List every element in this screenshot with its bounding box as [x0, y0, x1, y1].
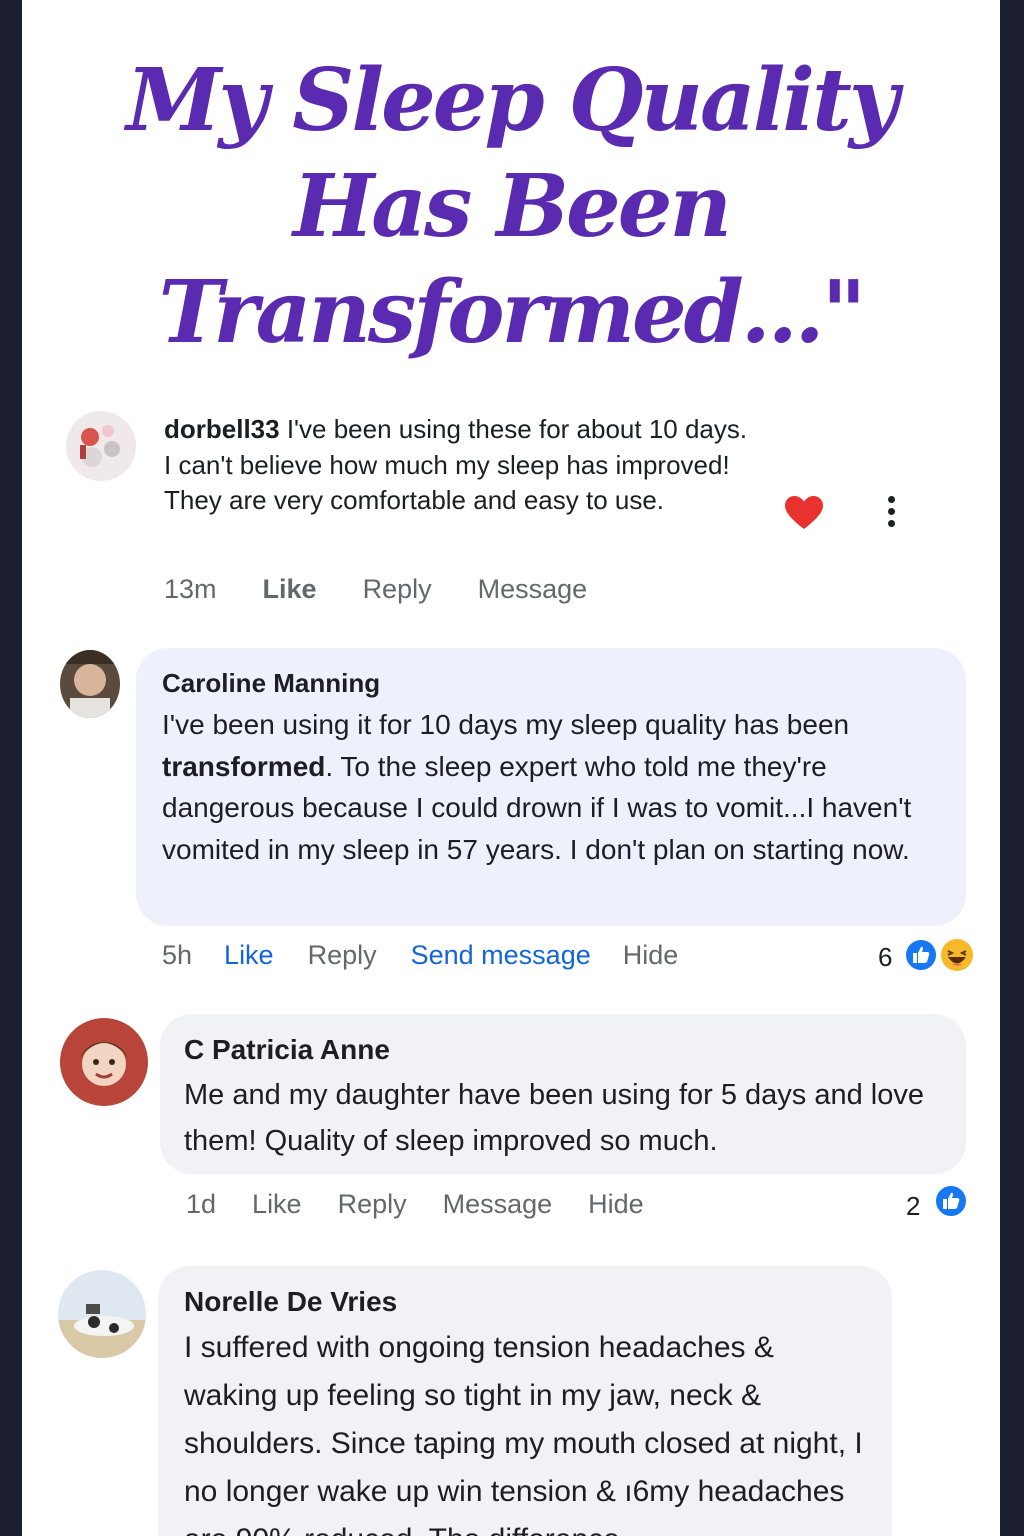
like-reaction-icon[interactable]: [904, 938, 938, 972]
comment-3-body: Me and my daughter have been using for 5…: [184, 1079, 924, 1157]
comment-3-hide-button[interactable]: Hide: [588, 1189, 644, 1220]
heart-icon[interactable]: [785, 496, 823, 530]
comment-3-time: 1d: [186, 1189, 217, 1219]
comment-4-bubble: Norelle De Vries I suffered with ongoing…: [158, 1266, 892, 1536]
headline: My Sleep Quality Has Been Transformed...…: [22, 48, 1000, 366]
comment-4-username[interactable]: Norelle De Vries: [184, 1286, 397, 1318]
comment-1-message-button[interactable]: Message: [478, 574, 588, 605]
comment-4-body: I suffered with ongoing tension headache…: [184, 1331, 863, 1536]
comment-2-reaction-count[interactable]: 6: [878, 942, 892, 973]
comment-3-like-button[interactable]: Like: [252, 1189, 302, 1220]
comment-2-send-message-button[interactable]: Send message: [411, 940, 591, 971]
more-options-icon[interactable]: [882, 496, 900, 532]
comment-2-like-button[interactable]: Like: [224, 940, 274, 971]
headline-line-2: Has Been: [293, 156, 732, 257]
comment-1-like-button[interactable]: Like: [263, 574, 317, 605]
comment-1-reply-button[interactable]: Reply: [363, 574, 432, 605]
comment-2-text-bold: transformed: [162, 750, 326, 782]
testimonial-page: My Sleep Quality Has Been Transformed...…: [22, 0, 1000, 1536]
headline-line-1: My Sleep Quality: [126, 50, 899, 151]
comment-2-bubble: Caroline Manning I've been using it for …: [136, 648, 966, 926]
like-reaction-icon[interactable]: [934, 1184, 968, 1218]
avatar-norelle-de-vries[interactable]: [58, 1270, 146, 1358]
avatar-dorbell33[interactable]: [66, 411, 136, 481]
comment-2-actions: 5h Like Reply Send message Hide: [162, 940, 724, 971]
comment-3-reaction-count[interactable]: 2: [906, 1191, 920, 1222]
comment-1-username[interactable]: dorbell33: [164, 414, 280, 444]
comment-3-bubble: C Patricia Anne Me and my daughter have …: [160, 1014, 966, 1174]
comment-3-message-button[interactable]: Message: [443, 1189, 553, 1220]
headline-line-3: Transformed...": [158, 262, 867, 363]
comment-2-username[interactable]: Caroline Manning: [162, 668, 380, 699]
comment-2-hide-button[interactable]: Hide: [623, 940, 679, 971]
comment-2-text-start: I've been using it for 10 days my sleep …: [162, 709, 850, 740]
comment-3-actions: 1d Like Reply Message Hide: [186, 1189, 690, 1220]
comment-1-text: dorbell33 I've been using these for abou…: [164, 412, 754, 519]
avatar-caroline-manning[interactable]: [60, 650, 120, 718]
comment-2-body: I've been using it for 10 days my sleep …: [162, 704, 938, 870]
comment-3-username[interactable]: C Patricia Anne: [184, 1034, 390, 1066]
haha-reaction-icon[interactable]: [940, 938, 974, 972]
comment-1-actions: 13m Like Reply Message: [164, 574, 633, 605]
comment-2-time: 5h: [162, 940, 193, 970]
comment-3-reply-button[interactable]: Reply: [338, 1189, 407, 1220]
avatar-c-patricia-anne[interactable]: [60, 1018, 148, 1106]
comment-1-time: 13m: [164, 574, 217, 604]
comment-2-reply-button[interactable]: Reply: [308, 940, 377, 971]
